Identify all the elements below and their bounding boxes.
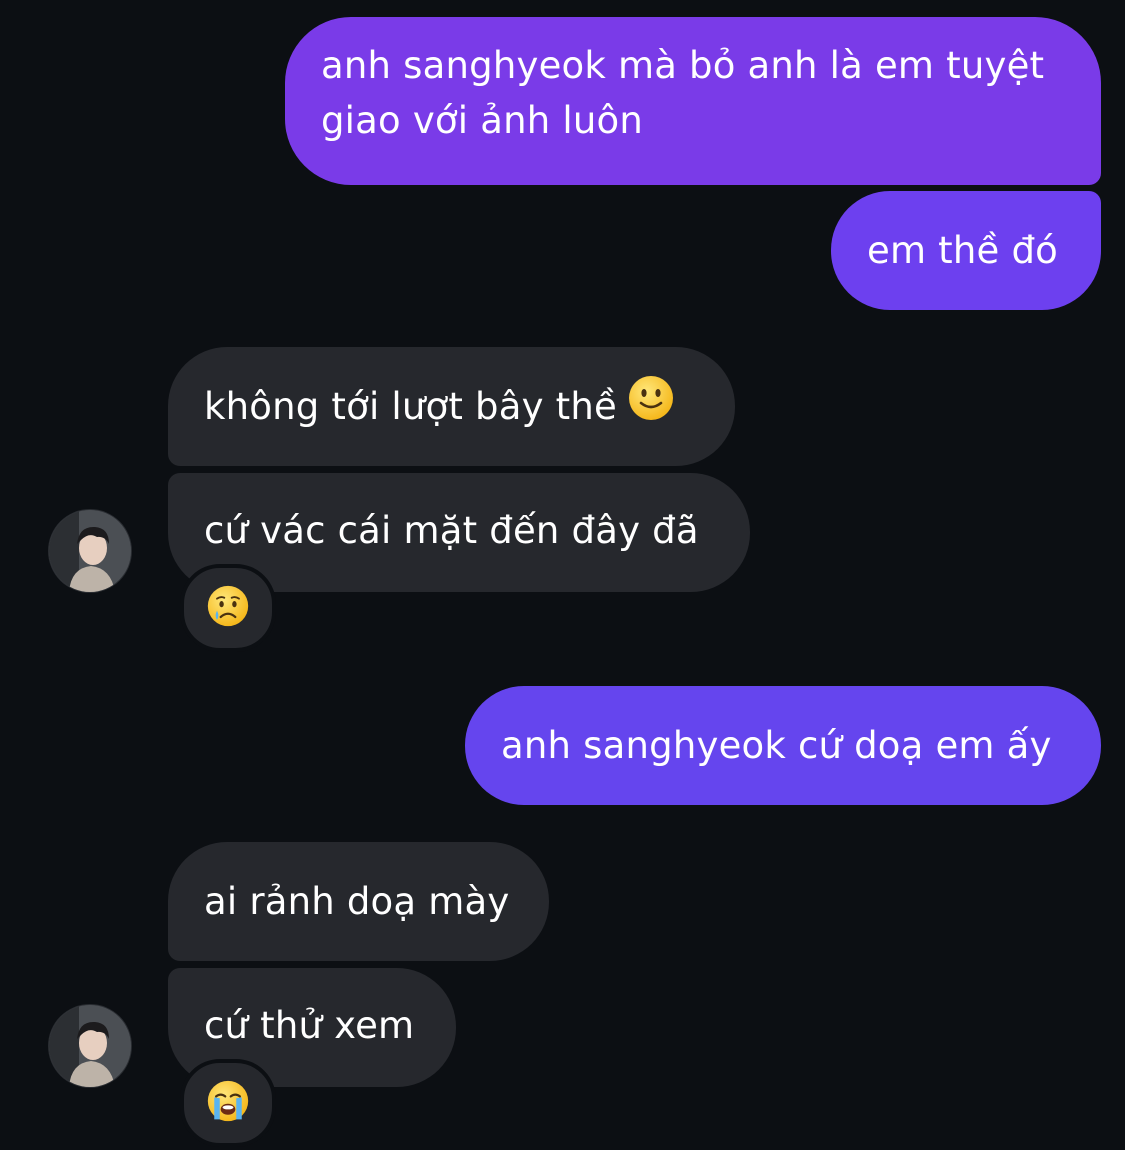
message-bubble-outgoing[interactable]: anh sanghyeok mà bỏ anh là em tuyệt giao… xyxy=(285,17,1101,185)
message-text: em thề đó xyxy=(867,229,1058,272)
message-text: không tới lượt bây thề xyxy=(204,385,617,428)
message-text: ai rảnh doạ mày xyxy=(204,880,510,923)
reaction-badge[interactable] xyxy=(180,564,276,652)
message-bubble-incoming[interactable]: ai rảnh doạ mày xyxy=(168,842,549,961)
message-bubble-outgoing[interactable]: em thề đó xyxy=(831,191,1101,310)
loudly-crying-face-icon xyxy=(206,1079,250,1127)
message-bubble-incoming[interactable]: không tới lượt bây thề xyxy=(168,347,735,466)
avatar[interactable] xyxy=(49,1005,131,1087)
reaction-badge[interactable] xyxy=(180,1059,276,1147)
message-text: anh sanghyeok mà bỏ anh là em tuyệt giao… xyxy=(321,44,1045,142)
message-text: cứ thử xem xyxy=(204,1004,415,1047)
slightly-smiling-face-icon xyxy=(627,374,675,437)
crying-face-icon xyxy=(206,584,250,632)
message-text: anh sanghyeok cứ doạ em ấy xyxy=(501,724,1052,767)
message-bubble-outgoing[interactable]: anh sanghyeok cứ doạ em ấy xyxy=(465,686,1101,805)
avatar[interactable] xyxy=(49,510,131,592)
message-text: cứ vác cái mặt đến đây đã xyxy=(204,509,699,552)
